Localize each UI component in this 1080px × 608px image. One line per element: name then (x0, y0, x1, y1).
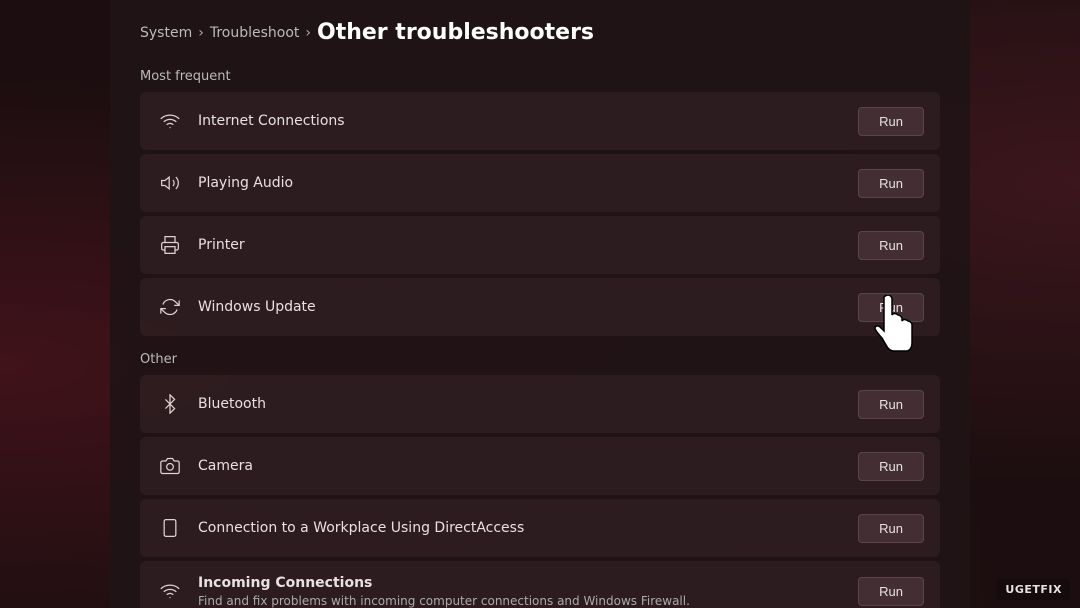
item-row-camera: Camera Run (140, 437, 940, 495)
section-other-label: Other (140, 352, 940, 367)
item-name-bluetooth: Bluetooth (198, 396, 858, 412)
breadcrumb: System › Troubleshoot › Other troublesho… (140, 20, 940, 45)
bluetooth-icon (156, 390, 184, 418)
phone-icon (156, 514, 184, 542)
item-name-workplace: Connection to a Workplace Using DirectAc… (198, 520, 858, 536)
wifi-icon (156, 107, 184, 135)
run-button-windows-update[interactable]: Run (858, 293, 924, 322)
run-button-bluetooth[interactable]: Run (858, 390, 924, 419)
item-name-incoming: Incoming Connections Find and fix proble… (198, 575, 858, 608)
watermark-logo: UGETFIX (997, 579, 1070, 600)
breadcrumb-current: Other troubleshooters (317, 20, 594, 45)
run-button-incoming[interactable]: Run (858, 577, 924, 606)
item-name-windows-update: Windows Update (198, 299, 858, 315)
item-name-internet: Internet Connections (198, 113, 858, 129)
run-button-camera[interactable]: Run (858, 452, 924, 481)
wifi2-icon (156, 577, 184, 605)
item-row-bluetooth: Bluetooth Run (140, 375, 940, 433)
run-button-internet[interactable]: Run (858, 107, 924, 136)
settings-panel: System › Troubleshoot › Other troublesho… (110, 0, 970, 608)
item-row-audio: Playing Audio Run (140, 154, 940, 212)
run-button-printer[interactable]: Run (858, 231, 924, 260)
item-row-internet: Internet Connections Run (140, 92, 940, 150)
sep1: › (198, 25, 204, 41)
item-name-printer: Printer (198, 237, 858, 253)
refresh-icon (156, 293, 184, 321)
breadcrumb-system[interactable]: System (140, 25, 192, 41)
section-frequent-label: Most frequent (140, 69, 940, 84)
printer-icon (156, 231, 184, 259)
breadcrumb-troubleshoot[interactable]: Troubleshoot (210, 25, 300, 41)
run-button-audio[interactable]: Run (858, 169, 924, 198)
item-row-incoming: Incoming Connections Find and fix proble… (140, 561, 940, 608)
run-button-workplace[interactable]: Run (858, 514, 924, 543)
item-row-windows-update: Windows Update Run (140, 278, 940, 336)
item-row-printer: Printer Run (140, 216, 940, 274)
item-name-camera: Camera (198, 458, 858, 474)
item-row-workplace: Connection to a Workplace Using DirectAc… (140, 499, 940, 557)
item-name-audio: Playing Audio (198, 175, 858, 191)
sep2: › (305, 25, 311, 41)
audio-icon (156, 169, 184, 197)
camera-icon (156, 452, 184, 480)
